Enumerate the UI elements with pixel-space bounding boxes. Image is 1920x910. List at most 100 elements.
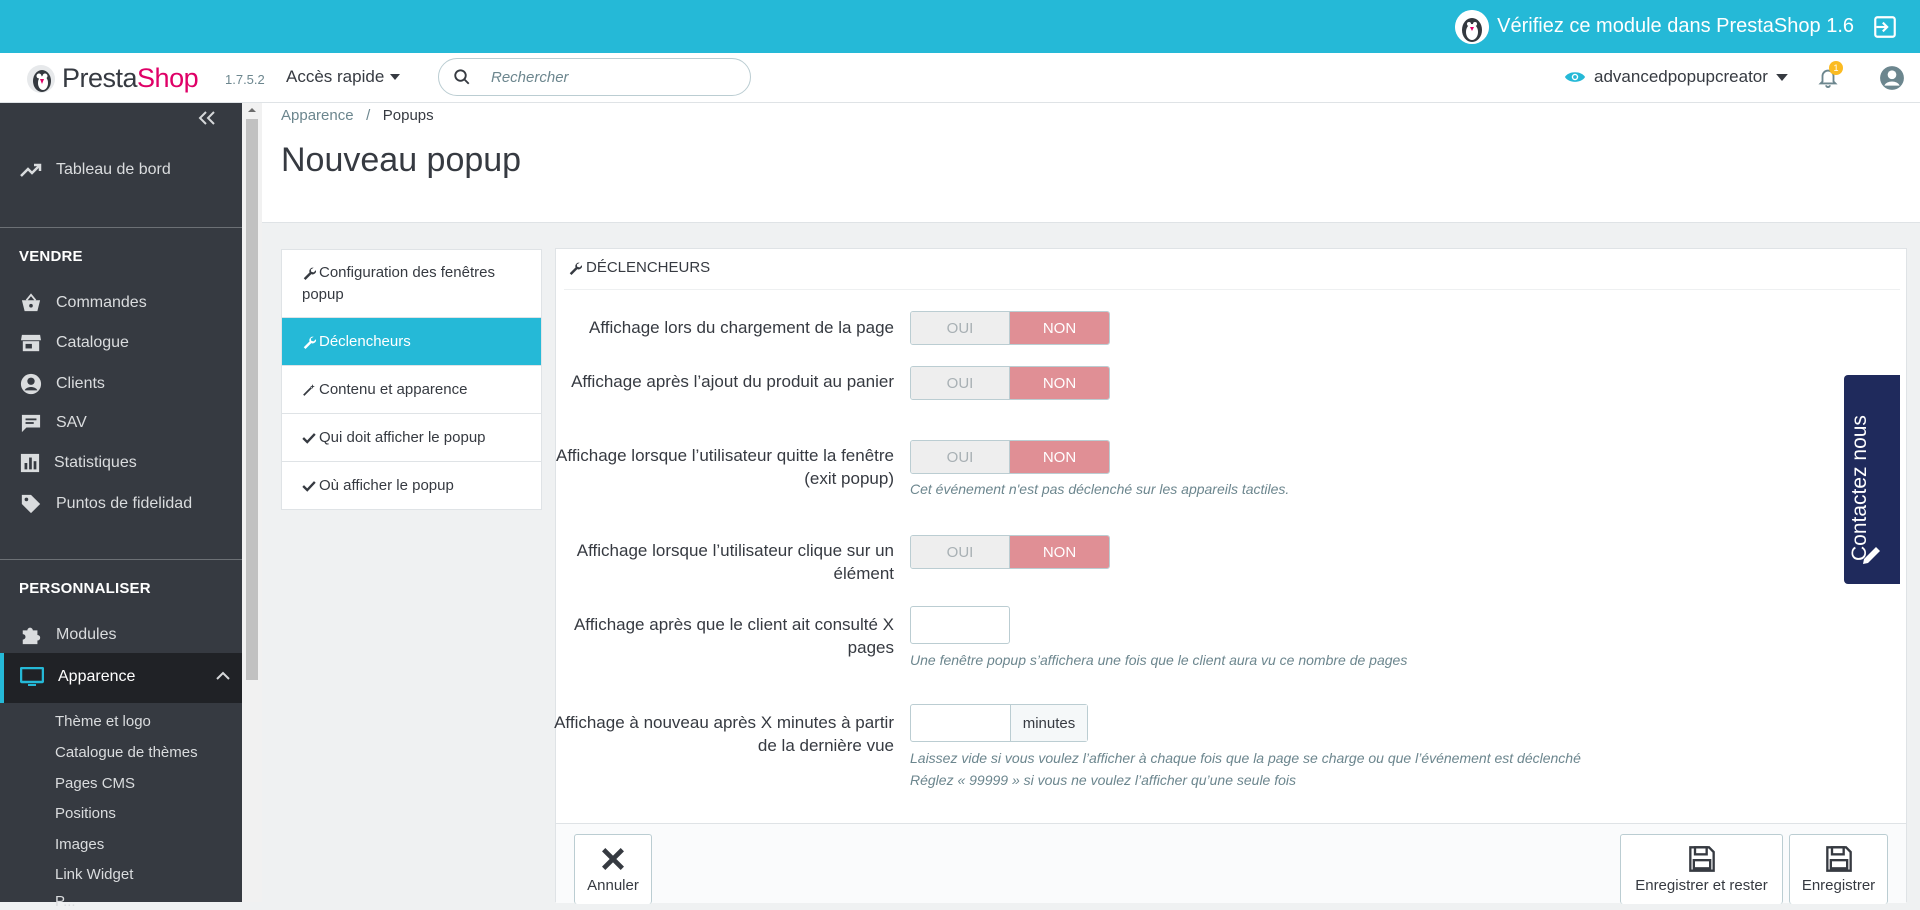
toggle-yes[interactable]: OUI [911, 367, 1010, 399]
help-text-pages: Une fenêtre popup s’affichera une fois q… [910, 652, 1408, 668]
toggle-load[interactable]: OUI NON [910, 311, 1110, 345]
sidebar-item-label: SAV [56, 414, 87, 431]
pencil-icon [1863, 547, 1880, 564]
sidebar-subitem-theme-catalog[interactable]: Catalogue de thèmes [55, 744, 198, 761]
help-text-minutes-2: Réglez « 99999 » si vous ne voulez l’aff… [910, 772, 1297, 788]
monitor-icon [20, 667, 44, 686]
banner-link[interactable]: Vérifiez ce module dans PrestaShop 1.6 [1497, 15, 1854, 38]
minutes-addon: minutes [1011, 705, 1087, 741]
toggle-no[interactable]: NON [1010, 312, 1109, 344]
sidebar-scrollbar[interactable] [242, 103, 262, 902]
button-label: Enregistrer et rester [1635, 877, 1768, 894]
field-label-exit: Affichage lorsque l’utilisateur quitte l… [556, 446, 894, 488]
exit-icon[interactable] [1872, 14, 1898, 40]
tab-label: Qui doit afficher le popup [319, 429, 486, 446]
field-label-cart: Affichage après l’ajout du produit au pa… [571, 372, 894, 391]
sidebar-item-label: Statistiques [54, 454, 137, 471]
breadcrumb-parent[interactable]: Apparence [281, 107, 354, 124]
save-and-stay-button[interactable]: Enregistrer et rester [1620, 834, 1783, 904]
prestashop-logo[interactable]: PrestaShop [26, 63, 199, 94]
prestashop-logo-icon [27, 64, 55, 93]
toggle-cart[interactable]: OUI NON [910, 366, 1110, 400]
page-title: Nouveau popup [281, 141, 522, 179]
sidebar-item-sav[interactable]: SAV [20, 413, 87, 433]
page-header: Apparence / Popups Nouveau popup [262, 103, 1920, 223]
scroll-up-arrow-icon[interactable] [242, 103, 262, 117]
main-header: PrestaShop 1.7.5.2 Accès rapide advanced… [0, 53, 1920, 103]
sidebar-item-orders[interactable]: Commandes [20, 293, 147, 313]
cancel-button[interactable]: Annuler [574, 834, 652, 904]
toggle-yes[interactable]: OUI [911, 536, 1010, 568]
sidebar-item-dashboard[interactable]: Tableau de bord [20, 161, 171, 179]
field-label-pages: Affichage après que le client ait consul… [573, 615, 894, 657]
sidebar-subitem-cms[interactable]: Pages CMS [55, 775, 135, 792]
search-icon[interactable] [453, 68, 471, 86]
breadcrumb: Apparence / Popups [281, 107, 434, 124]
chevron-up-icon [216, 671, 230, 680]
sidebar-item-label: Apparence [58, 668, 136, 685]
search-box [438, 58, 751, 96]
sidebar-item-loyalty[interactable]: Puntos de fidelidad [20, 493, 192, 515]
collapse-sidebar-button[interactable] [198, 111, 216, 125]
sidebar-subitem-positions[interactable]: Positions [55, 805, 116, 822]
floppy-disk-icon [1825, 846, 1852, 872]
toggle-no[interactable]: NON [1010, 367, 1109, 399]
tab-who[interactable]: Qui doit afficher le popup [282, 414, 541, 462]
shop-view-link[interactable]: advancedpopupcreator [1564, 67, 1788, 87]
tab-content[interactable]: Contenu et apparence [282, 366, 541, 414]
tab-label: Déclencheurs [319, 333, 411, 350]
minutes-input-group: minutes [910, 704, 1088, 742]
sidebar-item-label: Catalogue [56, 334, 129, 351]
breadcrumb-current: Popups [382, 107, 434, 124]
sidebar-divider [0, 227, 242, 228]
sidebar-subitem-theme[interactable]: Thème et logo [55, 713, 151, 730]
account-button[interactable] [1879, 65, 1905, 91]
user-circle-icon [20, 373, 42, 395]
contact-us-tab[interactable]: Contactez nous [1844, 375, 1900, 584]
breadcrumb-separator: / [366, 107, 371, 124]
help-text-minutes-1: Laissez vide si vous voulez l’afficher à… [910, 750, 1581, 766]
field-label-click: Affichage lorsque l’utilisateur clique s… [576, 541, 894, 583]
toggle-yes[interactable]: OUI [911, 441, 1010, 473]
toggle-click[interactable]: OUI NON [910, 535, 1110, 569]
search-input[interactable] [489, 67, 719, 87]
scrollbar-thumb[interactable] [246, 119, 258, 680]
tab-where[interactable]: Où afficher le popup [282, 462, 541, 510]
wrench-icon [303, 336, 316, 350]
toggle-yes[interactable]: OUI [911, 312, 1010, 344]
sidebar-item-modules[interactable]: Modules [20, 624, 116, 646]
sidebar-item-catalog[interactable]: Catalogue [20, 333, 129, 353]
sidebar-subitem-images[interactable]: Images [55, 836, 104, 853]
sidebar-item-label: Commandes [56, 294, 147, 311]
magic-wand-icon [303, 384, 315, 396]
sidebar-item-customers[interactable]: Clients [20, 373, 105, 395]
quick-access-dropdown[interactable]: Accès rapide [286, 67, 401, 87]
minutes-input[interactable] [911, 705, 1011, 741]
floppy-disk-icon [1688, 846, 1715, 872]
puzzle-icon [22, 627, 41, 645]
sidebar-subitem-link-widget[interactable]: Link Widget [55, 866, 133, 883]
save-button[interactable]: Enregistrer [1789, 834, 1888, 904]
tab-triggers[interactable]: Déclencheurs [282, 318, 541, 366]
sidebar-item-label: Modules [56, 626, 117, 643]
panel-footer: Annuler Enregistrer et rester Enregistre… [556, 823, 1906, 904]
toggle-no[interactable]: NON [1010, 441, 1109, 473]
sidebar-item-label: Puntos de fidelidad [56, 495, 193, 512]
account-icon [1880, 66, 1904, 90]
tab-configuration[interactable]: Configuration des fenêtres popup [282, 250, 541, 318]
shop-user-label: advancedpopupcreator [1594, 67, 1768, 86]
toggle-no[interactable]: NON [1010, 536, 1109, 568]
sidebar-item-stats[interactable]: Statistiques [20, 453, 137, 473]
chat-icon [21, 414, 41, 433]
button-label: Annuler [587, 877, 639, 894]
notification-count-badge: 1 [1829, 61, 1843, 75]
version-label: 1.7.5.2 [225, 72, 265, 87]
notifications-button[interactable]: 1 [1817, 61, 1843, 89]
toggle-exit[interactable]: OUI NON [910, 440, 1110, 474]
sidebar-item-appearance[interactable]: Apparence [0, 653, 242, 703]
pages-input[interactable] [910, 606, 1010, 644]
sidebar-section-sell: VENDRE [19, 248, 83, 265]
tab-label: Où afficher le popup [319, 477, 454, 494]
eye-icon [1564, 72, 1586, 82]
tag-icon [21, 494, 41, 514]
